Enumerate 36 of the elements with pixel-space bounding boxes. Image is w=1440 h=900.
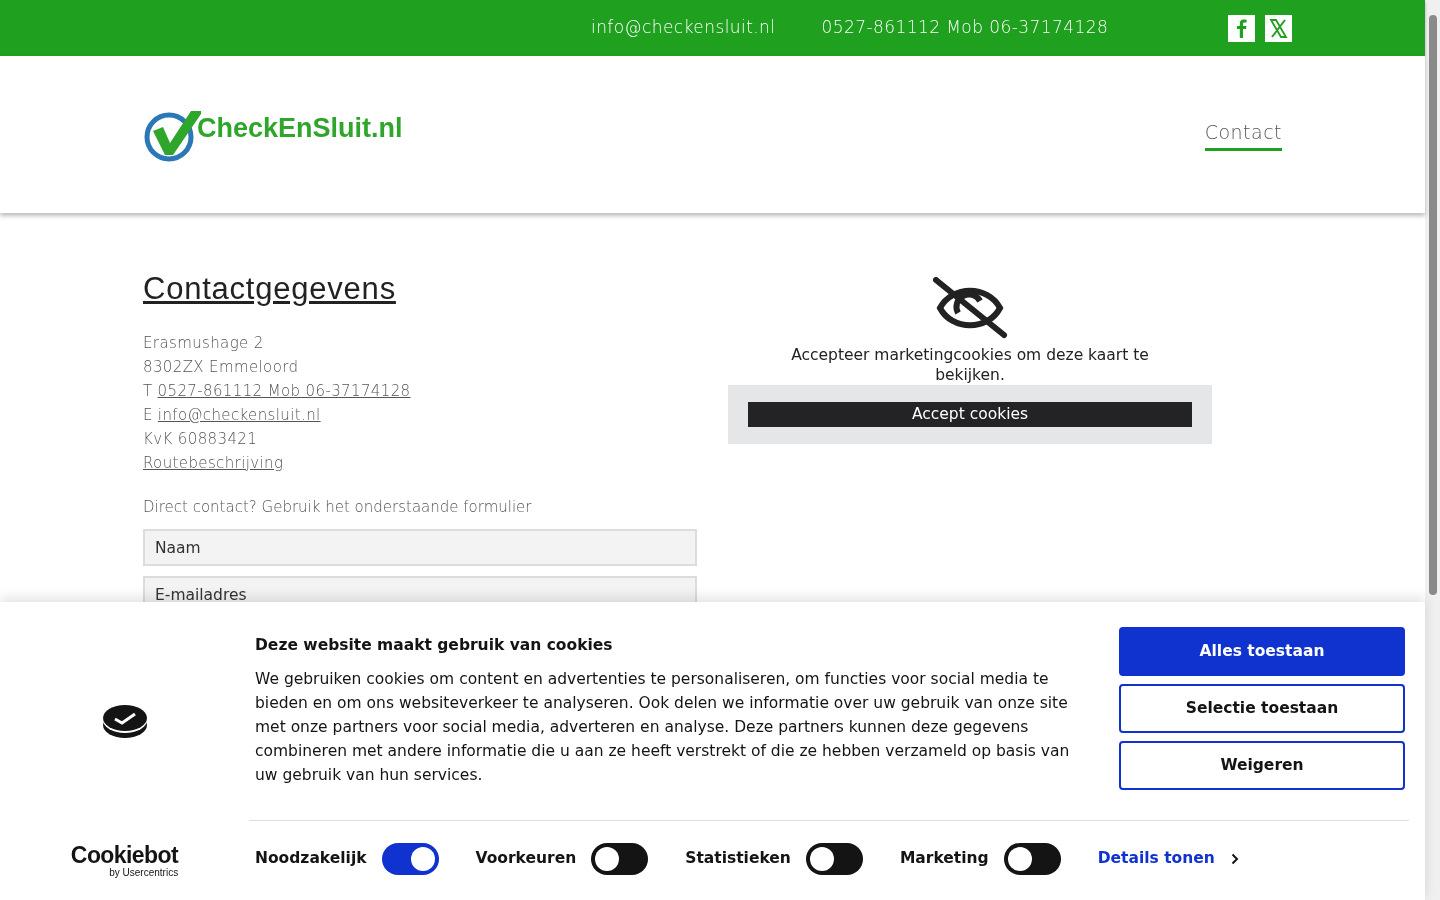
toggle-label: Noodzakelijk — [255, 848, 367, 870]
details-link[interactable]: Details tonen — [1097, 847, 1239, 871]
address-line: KvK 60883421 — [143, 429, 259, 450]
address-line: 8302ZX Emmeloord — [143, 357, 300, 378]
toggle-switch[interactable] — [805, 843, 863, 875]
info-link[interactable]: info@checkensluit.nl — [157, 403, 321, 427]
toggle-label: Voorkeuren — [475, 848, 577, 870]
toggle-label: Marketing — [899, 848, 989, 870]
consent-button[interactable]: Weigeren — [1119, 741, 1405, 790]
line-prefix: E — [143, 405, 153, 426]
address-line: Erasmushage 2 — [143, 333, 265, 354]
hidden-eye-icon — [932, 277, 1008, 339]
info-link[interactable]: Routebeschrijving — [143, 451, 284, 475]
nav-link[interactable]: Contact — [1204, 117, 1282, 152]
line-prefix: T — [143, 381, 153, 402]
scrollbar[interactable] — [1425, 0, 1440, 900]
section-title: Contactgegevens — [143, 270, 397, 308]
facebook-icon[interactable] — [1228, 14, 1256, 42]
info-link[interactable]: 0527-861112 Mob 06-37174128 — [157, 379, 411, 403]
consent-button[interactable]: Selectie toestaan — [1119, 684, 1405, 733]
accept-cookies-button[interactable]: Accept cookies — [748, 402, 1192, 427]
banner-text: We gebruiken cookies om content en advertenties te personaliseren, om functies voor social media te bieden en om ons websiteverkeer te analyseren. Ook delen we informatie over uw gebruik van onze site met onze partners voor social media, adverteren en analyse. Deze partners kunnen deze gegevens combineren met andere informatie die u aan ze heeft verstrekt of die ze hebben verzameld op basis van uw gebruik van hun services. — [255, 669, 1071, 787]
banner-title: Deze website maakt gebruik van cookies — [255, 635, 614, 656]
input-field[interactable]: Naam — [143, 529, 697, 566]
toggle-switch[interactable] — [381, 843, 439, 875]
cookie-logo-icon — [101, 703, 148, 739]
consent-button[interactable]: Alles toestaan — [1119, 627, 1405, 676]
toggle-switch[interactable] — [591, 843, 649, 875]
toggle-switch[interactable] — [1003, 843, 1061, 875]
chevron-icon — [1230, 853, 1239, 865]
map-consent-message: Accepteer marketingcookies om deze kaart te bekijken. — [790, 345, 1150, 385]
form-intro: Direct contact? Gebruik het onderstaande formulier — [143, 497, 533, 518]
brand-subtext: by Usercentrics — [109, 867, 179, 879]
x-icon[interactable] — [1265, 14, 1293, 42]
toggle-label: Statistieken — [685, 848, 791, 870]
brand-text: Cookiebot — [70, 843, 179, 867]
